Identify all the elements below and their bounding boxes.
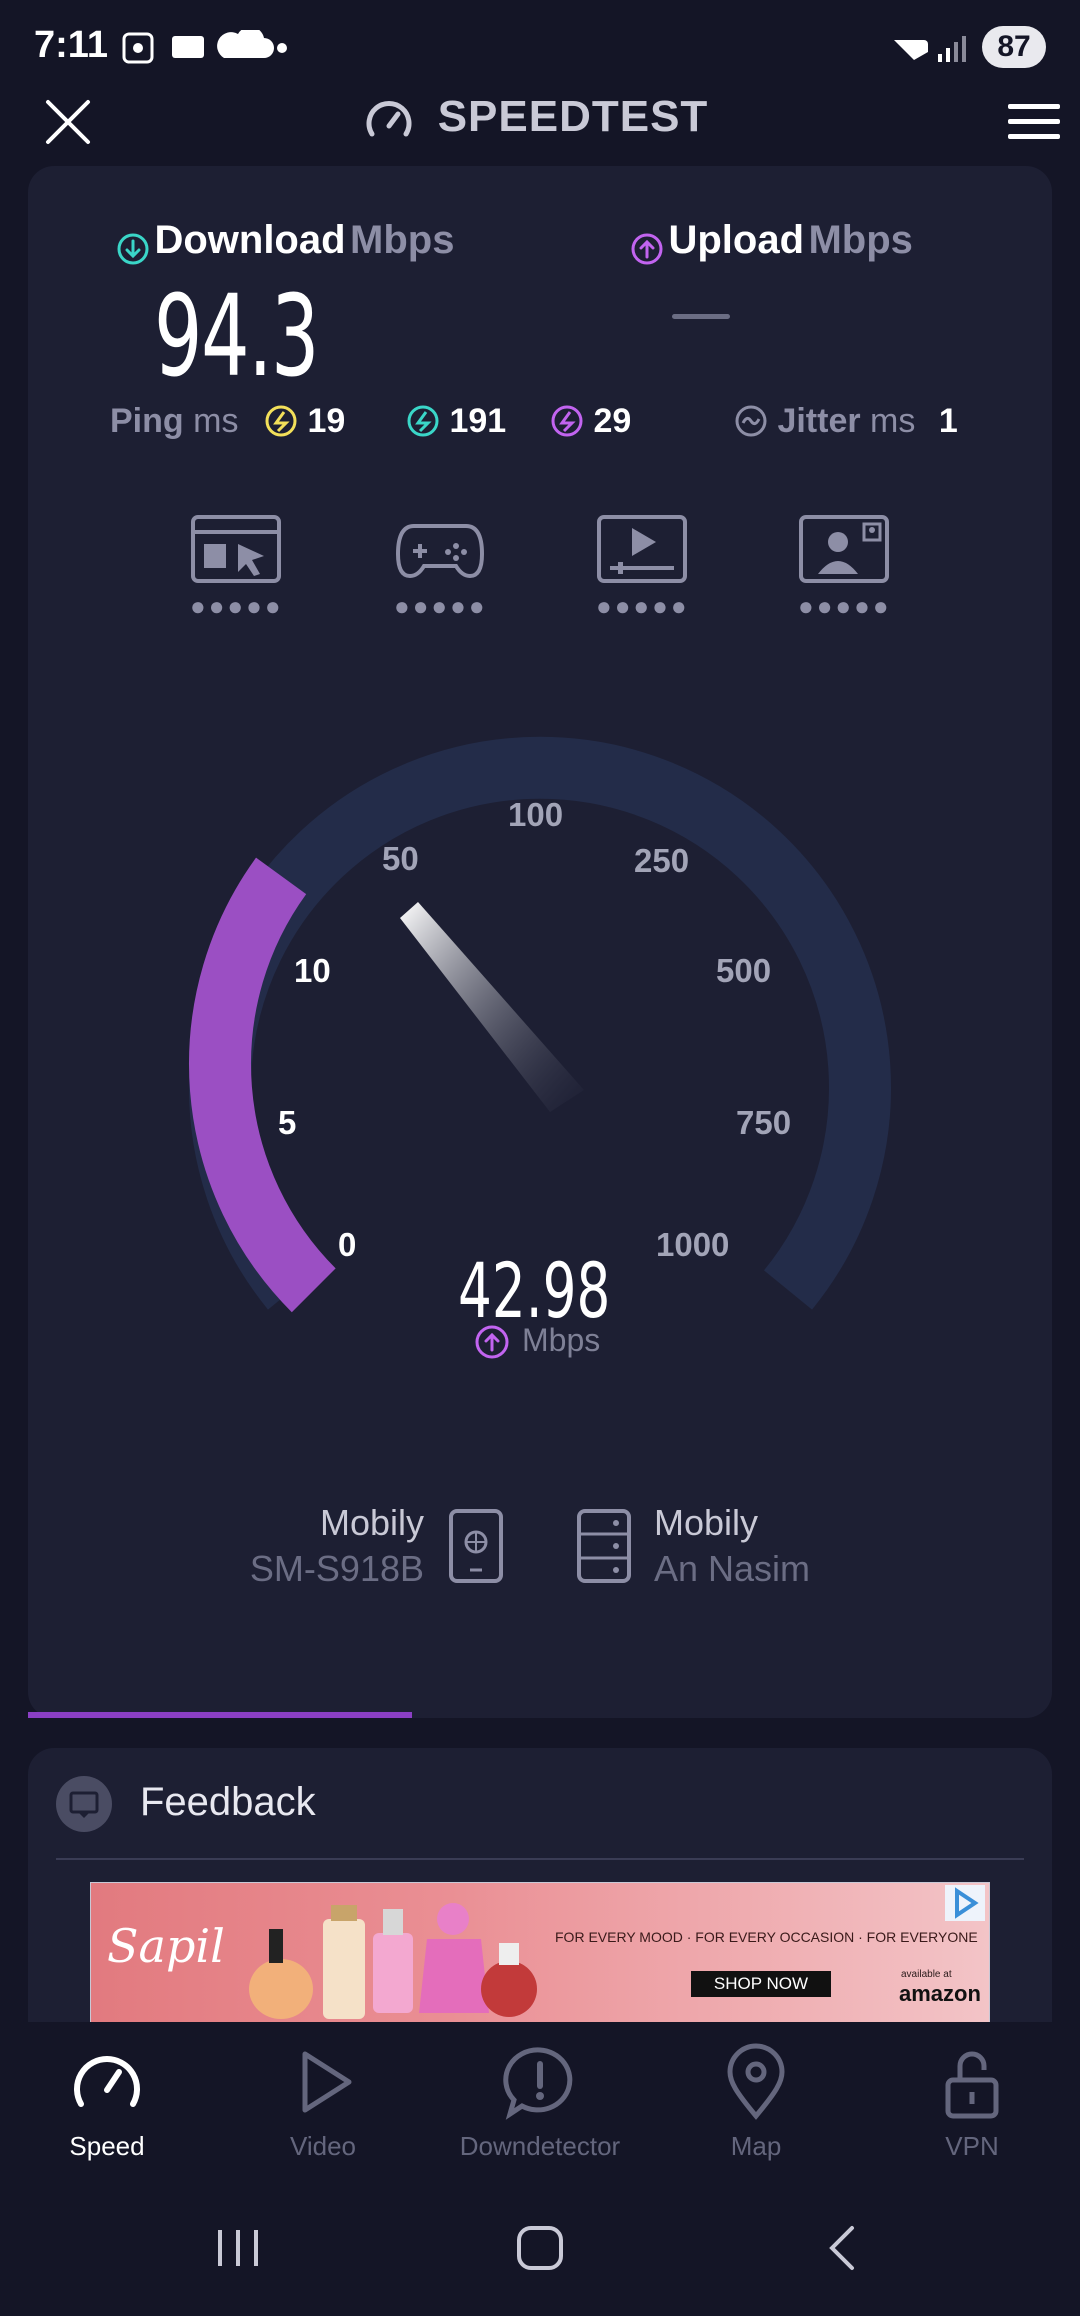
feedback-label[interactable]: Feedback bbox=[140, 1780, 316, 1825]
phone-globe-icon bbox=[449, 1509, 503, 1583]
ping-upload-icon bbox=[551, 405, 583, 437]
gauge-tick-750: 750 bbox=[736, 1104, 792, 1141]
gauge-tick-500: 500 bbox=[716, 952, 772, 989]
gauge-tick-1000: 1000 bbox=[656, 1226, 730, 1263]
ping-upload: 29 bbox=[550, 402, 631, 441]
play-icon bbox=[302, 2051, 352, 2113]
ad-brand: Sapil bbox=[107, 1919, 225, 1973]
web-browsing-icon bbox=[191, 515, 281, 583]
download-value: 94.3 bbox=[154, 272, 319, 402]
upload-label: Upload bbox=[668, 218, 804, 262]
test-progress-bar bbox=[28, 1712, 412, 1718]
nav-vpn[interactable]: VPN bbox=[882, 2022, 1062, 2162]
download-arrow-icon bbox=[117, 233, 149, 265]
video-call-icon bbox=[799, 515, 889, 583]
ad-tagline: FOR EVERY MOOD · FOR EVERY OCCASION · FO… bbox=[555, 1929, 978, 1945]
download-unit: Mbps bbox=[350, 218, 455, 262]
upload-value-placeholder bbox=[672, 314, 730, 319]
hamburger-menu-icon[interactable] bbox=[1008, 102, 1060, 142]
nav-speed-label: Speed bbox=[69, 2131, 145, 2161]
ping-unit: ms bbox=[193, 402, 239, 440]
ping-idle-value: 19 bbox=[307, 402, 346, 440]
gauge-tick-5: 5 bbox=[278, 1104, 297, 1141]
ping-download: 191 bbox=[406, 402, 506, 441]
nav-map[interactable]: Map bbox=[666, 2022, 846, 2162]
gauge-tick-250: 250 bbox=[634, 842, 690, 879]
nav-downdetector[interactable]: Downdetector bbox=[450, 2022, 630, 2162]
video-streaming-icon bbox=[597, 515, 687, 583]
back-icon[interactable] bbox=[822, 2224, 862, 2272]
gaming-rating: ●●●●● bbox=[394, 591, 488, 621]
device-model: SM-S918B bbox=[249, 1548, 424, 1589]
video-call-rating: ●●●●● bbox=[798, 591, 892, 621]
download-label: Download bbox=[154, 218, 346, 262]
server-info[interactable]: Mobily An Nasim bbox=[654, 1502, 810, 1590]
server-icon bbox=[577, 1509, 631, 1583]
ad-shop-now-button[interactable]: SHOP NOW bbox=[691, 1971, 831, 1997]
adchoices-icon[interactable] bbox=[945, 1885, 985, 1921]
status-time: 7:11 bbox=[34, 24, 108, 66]
gauge-tick-50: 50 bbox=[382, 840, 419, 877]
upload-unit: Mbps bbox=[808, 218, 913, 262]
streaming-rating: ●●●●● bbox=[596, 591, 690, 621]
home-icon[interactable] bbox=[514, 2224, 566, 2272]
ping-download-icon bbox=[407, 405, 439, 437]
server-location: An Nasim bbox=[654, 1548, 811, 1589]
ad-available-at: available at bbox=[901, 1969, 952, 1980]
ad-banner[interactable]: Sapil FOR EVERY MOOD · FOR EVERY OCCASIO… bbox=[90, 1882, 990, 2024]
download-header: Download Mbps bbox=[116, 218, 454, 266]
upload-arrow-icon bbox=[631, 233, 663, 265]
jitter-label: Jitter bbox=[777, 402, 861, 440]
jitter-icon bbox=[735, 405, 767, 437]
perfume-bottles-image bbox=[249, 1903, 537, 2019]
gauge-upload-icon bbox=[475, 1325, 509, 1359]
nav-map-label: Map bbox=[730, 2131, 782, 2161]
alert-icon bbox=[503, 2047, 573, 2120]
signal-icon bbox=[894, 36, 966, 62]
ping-row: Ping ms bbox=[110, 402, 238, 441]
battery-indicator: 87 bbox=[982, 26, 1046, 68]
gauge-tick-0: 0 bbox=[338, 1226, 357, 1263]
gauge-tick-10: 10 bbox=[294, 952, 331, 989]
nav-video-label: Video bbox=[289, 2131, 357, 2161]
gamepad-icon bbox=[395, 524, 485, 579]
streaming-indicator[interactable]: ●●●●● bbox=[596, 514, 688, 622]
browsing-indicator[interactable]: ●●●●● bbox=[190, 514, 282, 622]
feedback-chat-icon[interactable] bbox=[56, 1776, 112, 1832]
speedometer-icon bbox=[74, 2056, 140, 2107]
nav-speed[interactable]: Speed bbox=[17, 2022, 197, 2162]
nav-video[interactable]: Video bbox=[233, 2022, 413, 2162]
ping-idle: 19 bbox=[264, 402, 345, 441]
app-title: SPEEDTEST bbox=[437, 92, 709, 141]
ping-idle-icon bbox=[265, 405, 297, 437]
server-name: Mobily bbox=[654, 1502, 759, 1543]
ping-label: Ping bbox=[110, 402, 184, 440]
jitter: Jitter ms 1 bbox=[734, 402, 958, 441]
jitter-unit: ms bbox=[870, 402, 916, 440]
status-notification-icons bbox=[122, 30, 287, 64]
provider-name: Mobily bbox=[319, 1502, 424, 1543]
status-bar: 7:11 87 bbox=[0, 0, 1080, 90]
gauge-tick-100: 100 bbox=[508, 796, 564, 833]
browsing-rating: ●●●●● bbox=[190, 591, 284, 621]
ping-upload-value: 29 bbox=[593, 402, 632, 440]
gaming-indicator[interactable]: ●●●●● bbox=[394, 514, 486, 622]
recent-apps-icon[interactable] bbox=[212, 2226, 264, 2270]
map-pin-icon bbox=[727, 2043, 785, 2120]
ad-store: amazon bbox=[899, 1981, 981, 2006]
nav-vpn-label: VPN bbox=[945, 2131, 999, 2161]
upload-header: Upload Mbps bbox=[630, 218, 913, 266]
provider-info[interactable]: Mobily SM-S918B bbox=[180, 1502, 424, 1590]
divider bbox=[56, 1858, 1024, 1860]
unlock-icon bbox=[945, 2051, 999, 2119]
jitter-value: 1 bbox=[938, 402, 958, 440]
nav-downdetector-label: Downdetector bbox=[459, 2131, 621, 2161]
ping-download-value: 191 bbox=[449, 402, 507, 440]
gauge-unit: Mbps bbox=[522, 1322, 601, 1358]
video-call-indicator[interactable]: ●●●●● bbox=[798, 514, 890, 622]
